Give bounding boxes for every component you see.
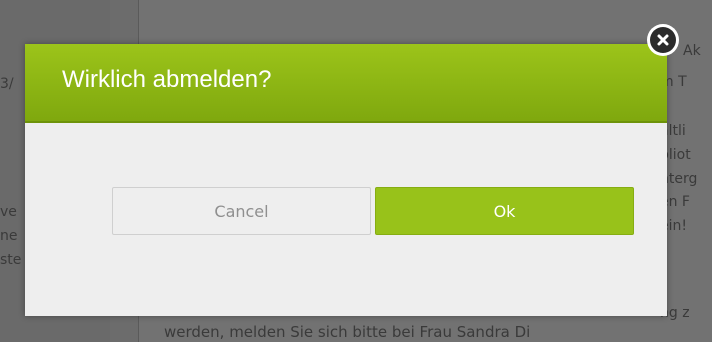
background-text-fragment: Ak: [683, 43, 701, 59]
close-icon: [650, 27, 676, 53]
background-text-fragment: ne: [0, 228, 18, 244]
background-bottom-line: werden, melden Sie sich bitte bei Frau S…: [164, 323, 531, 341]
logout-dialog: Wirklich abmelden? Cancel Ok: [25, 44, 667, 316]
dialog-title: Wirklich abmelden?: [62, 66, 272, 93]
background-text-fragment: ste: [0, 252, 22, 268]
background-text-fragment: 3/: [0, 76, 14, 92]
cancel-button[interactable]: Cancel: [112, 187, 371, 235]
background-text-fragment: ve: [0, 204, 17, 220]
dialog-header: Wirklich abmelden?: [25, 44, 667, 123]
ok-button[interactable]: Ok: [375, 187, 634, 235]
dialog-body: Cancel Ok: [25, 123, 667, 316]
close-button[interactable]: [647, 24, 679, 56]
